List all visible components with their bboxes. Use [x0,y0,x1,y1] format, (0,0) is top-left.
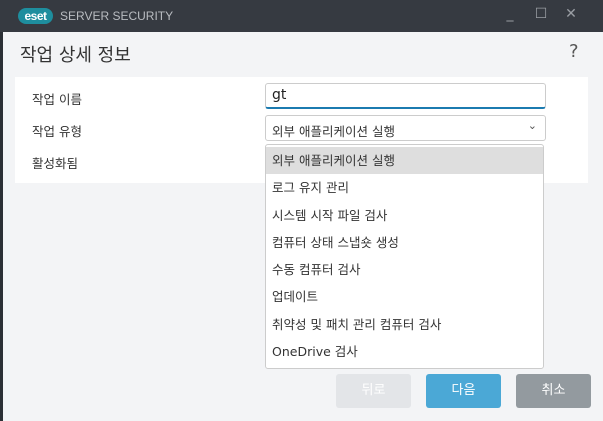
dropdown-option[interactable]: 취약성 및 패치 관리 컴퓨터 검사 [266,311,543,338]
dropdown-option[interactable]: 컴퓨터 상태 스냅숏 생성 [266,229,543,256]
task-name-label: 작업 이름 [32,92,82,107]
task-type-dropdown: 외부 애플리케이션 실행 로그 유지 관리 시스템 시작 파일 검사 컴퓨터 상… [265,144,544,369]
minimize-button[interactable]: _ [500,6,520,22]
title-bar: eset SERVER SECURITY _ ☐ ✕ [0,0,603,32]
enabled-label: 활성화됨 [32,156,79,171]
dialog-body: 작업 상세 정보 ? 작업 이름 gt 작업 유형 외부 애플리케이션 실행 ⌄… [3,32,603,421]
task-name-input[interactable]: gt [265,83,546,109]
dropdown-option[interactable]: 시스템 시작 파일 검사 [266,202,543,229]
task-type-select[interactable]: 외부 애플리케이션 실행 ⌄ [265,115,546,141]
dropdown-option[interactable]: 업데이트 [266,283,543,310]
dropdown-option[interactable]: 외부 애플리케이션 실행 [266,147,543,175]
cancel-button[interactable]: 취소 [516,374,591,408]
close-button[interactable]: ✕ [561,6,581,22]
product-name: SERVER SECURITY [60,9,174,23]
eset-logo: eset [18,8,53,24]
next-button[interactable]: 다음 [426,374,501,408]
help-icon[interactable]: ? [569,41,579,62]
page-title: 작업 상세 정보 [20,45,131,66]
chevron-down-icon: ⌄ [527,119,537,132]
maximize-button[interactable]: ☐ [531,6,551,22]
dropdown-option[interactable]: 수동 컴퓨터 검사 [266,256,543,283]
back-button[interactable]: 뒤로 [336,374,411,408]
dropdown-option[interactable]: 로그 유지 관리 [266,174,543,201]
task-type-label: 작업 유형 [32,124,82,139]
dropdown-option[interactable]: OneDrive 검사 [266,338,543,365]
task-type-value: 외부 애플리케이션 실행 [272,124,395,139]
